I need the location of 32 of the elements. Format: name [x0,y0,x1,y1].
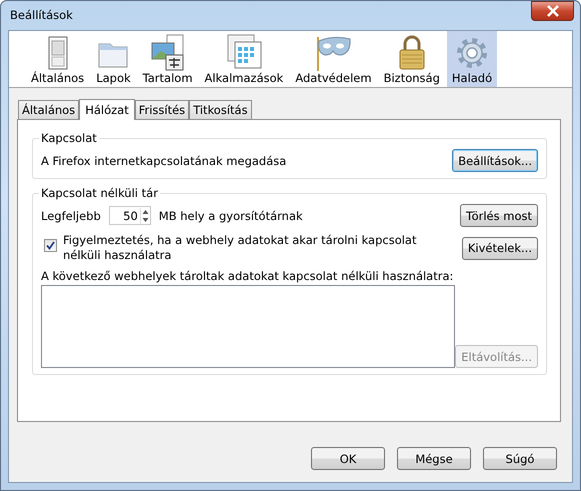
group-title: Kapcsolat [39,131,99,145]
cache-size-spinner[interactable]: 50 [108,206,151,225]
tab[interactable]: Általános [18,100,80,119]
category-tab[interactable]: Biztonság [378,31,445,87]
limit-label: Legfeljebb [41,208,101,222]
close-icon [546,5,560,17]
settings-button[interactable]: Beállítások... [452,149,538,172]
down-arrow-icon[interactable] [140,216,150,224]
tab[interactable]: Frissítés [134,100,190,119]
category-tab[interactable]: Általános [26,31,90,87]
close-button[interactable] [531,1,574,21]
clear-now-button[interactable]: Törlés most [460,204,538,227]
checkbox[interactable] [44,239,57,252]
dialog-button[interactable]: Súgó [483,447,557,470]
window-title: Beállítások [9,8,73,22]
group-title: Kapcsolat nélküli tár [39,186,160,200]
tab[interactable]: Hálózat [79,99,135,120]
exceptions-button[interactable]: Kivételek... [462,236,538,260]
category-tab[interactable]: Alkalmazások [200,31,288,87]
list-label: A következő webhelyek tároltak adatokat kapcsolat nélküli használatra: [41,269,454,283]
category-tab[interactable]: Lapok [91,31,136,87]
site-list[interactable] [41,285,456,368]
unit-label: MB hely a gyorsítótárnak [158,208,303,222]
description-text: A Firefox internetkapcsolatának megadása [41,154,286,168]
dialog-button[interactable]: Mégse [397,447,471,470]
dialog-button[interactable]: OK [311,447,385,470]
checkbox-label: Figyelmeztetés, ha a webhely adatokat akar tárolni kapcsolat nélküli használatra [63,233,418,263]
category-tab[interactable]: Haladó [446,31,498,87]
up-arrow-icon[interactable] [140,208,150,216]
tab[interactable]: Titkosítás [189,100,252,119]
category-tab[interactable]: Adatvédelem [290,31,377,87]
category-tab[interactable]: Tartalom [138,31,198,87]
